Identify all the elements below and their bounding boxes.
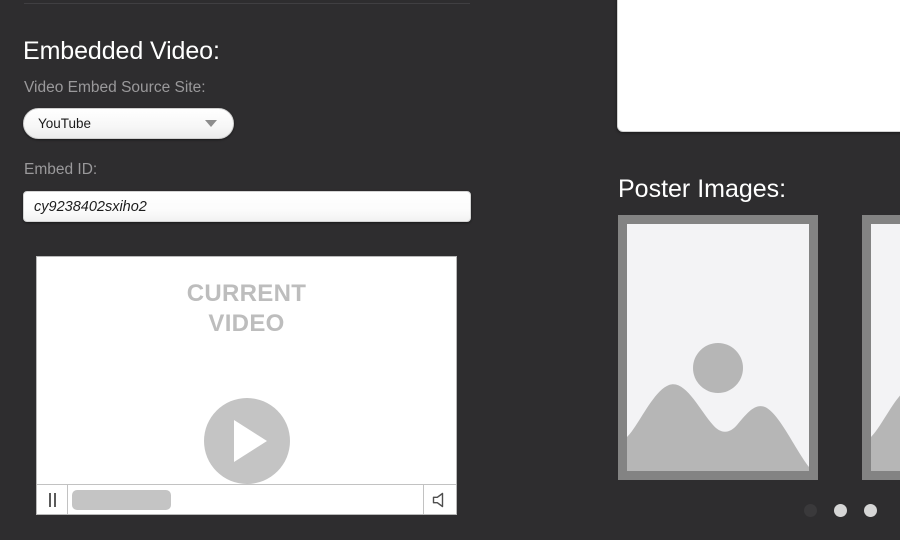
carousel-dot-3[interactable]: [864, 504, 877, 517]
progress-bar[interactable]: [68, 485, 423, 514]
chevron-down-icon: [205, 120, 217, 127]
video-caption-line-1: CURRENT: [186, 280, 307, 307]
video-caption: CURRENT VIDEO: [37, 279, 456, 339]
description-textarea[interactable]: diam nonummy nibh euismod tincidunt ut a…: [617, 0, 900, 132]
image-placeholder-icon: [627, 224, 809, 471]
poster-images-carousel[interactable]: [618, 215, 900, 480]
volume-icon: [432, 492, 443, 507]
poster-placeholder-1[interactable]: [618, 215, 818, 480]
carousel-dot-2[interactable]: [834, 504, 847, 517]
play-icon: [233, 420, 267, 462]
embed-id-input[interactable]: cy9238402sxiho2: [23, 191, 471, 222]
image-placeholder-icon-2: [871, 224, 900, 471]
video-stage: CURRENT VIDEO: [37, 257, 456, 484]
volume-button[interactable]: [423, 485, 456, 514]
carousel-dots: [804, 504, 877, 517]
carousel-dot-1[interactable]: [804, 504, 817, 517]
video-controls: [37, 484, 456, 514]
placeholder-mountains-icon-2: [871, 395, 900, 471]
progress-fill: [72, 489, 171, 510]
video-player-preview[interactable]: CURRENT VIDEO: [36, 256, 457, 515]
play-button[interactable]: [203, 398, 290, 484]
progress-track[interactable]: [72, 489, 419, 510]
source-site-select[interactable]: YouTube: [23, 108, 234, 139]
embedded-video-heading: Embedded Video:: [23, 37, 220, 65]
embed-id-label: Embed ID:: [24, 161, 98, 178]
embedded-video-panel: Embedded Video: Video Embed Source Site:…: [0, 0, 600, 540]
placeholder-mountains-icon: [627, 384, 809, 471]
app-root: Embedded Video: Video Embed Source Site:…: [0, 0, 900, 540]
embed-id-value: cy9238402sxiho2: [34, 198, 147, 215]
pause-icon: [48, 492, 51, 507]
video-caption-line-2: VIDEO: [208, 310, 285, 337]
pause-icon-bar-2: [53, 492, 56, 507]
source-site-label: Video Embed Source Site:: [24, 79, 206, 96]
poster-placeholder-2[interactable]: [862, 215, 900, 480]
source-site-value: YouTube: [38, 116, 92, 131]
poster-images-heading: Poster Images:: [618, 175, 787, 203]
pause-button[interactable]: [37, 485, 68, 514]
